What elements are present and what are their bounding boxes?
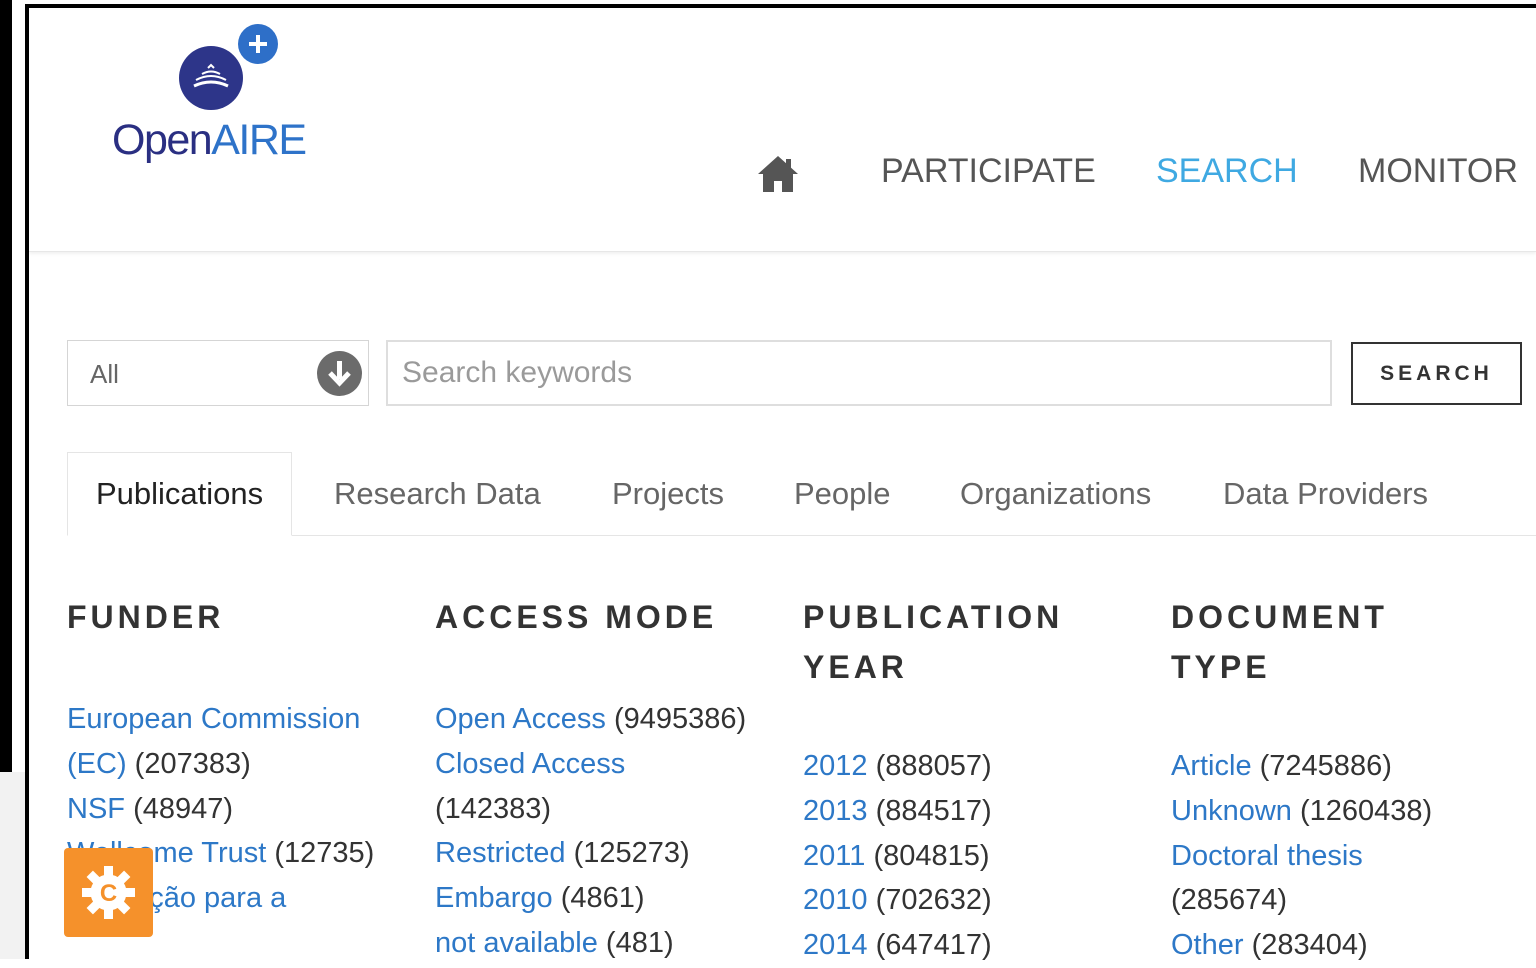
list-item: European Commission (EC) (207383) — [67, 703, 361, 780]
facet-link[interactable]: Open Access — [435, 703, 606, 735]
nav-participate[interactable]: PARTICIPATE — [881, 152, 1096, 191]
search-type-value: All — [90, 359, 119, 389]
openaire-logo[interactable]: OpenAIRE — [108, 20, 318, 170]
openaire-logo-icon — [179, 24, 278, 110]
list-item: 2011 (804815) — [803, 839, 990, 872]
list-item: Unknown (1260438) — [1171, 794, 1433, 827]
facet-publication-year: PUBLICATION YEAR 2012 (888057) 2013 (884… — [803, 592, 1123, 968]
cookie-settings-icon: C — [82, 866, 135, 919]
facet-access-mode: ACCESS MODE Open Access (9495386) Closed… — [435, 592, 780, 966]
chevron-down-icon[interactable] — [317, 351, 362, 396]
list-item: not available (481) — [435, 926, 674, 959]
facet-title: DOCUMENT TYPE — [1171, 599, 1388, 685]
facet-link[interactable]: 2011 — [803, 840, 865, 872]
tab-projects[interactable]: Projects — [612, 452, 724, 535]
nav-monitor[interactable]: MONITOR — [1358, 152, 1518, 191]
list-item: Article (7245886) — [1171, 750, 1392, 782]
facet-link[interactable]: 2013 — [803, 795, 868, 827]
entity-tabs: Publications Research Data Projects Peop… — [67, 452, 1536, 536]
facet-link[interactable]: Doctoral thesis — [1171, 840, 1363, 872]
list-item: Other (283404) — [1171, 929, 1368, 962]
main-nav: PARTICIPATE SEARCH MONITOR — [0, 150, 1536, 200]
facet-link[interactable]: 2012 — [803, 750, 868, 782]
facet-title: PUBLICATION YEAR — [803, 599, 1064, 685]
facet-title: ACCESS MODE — [435, 599, 718, 635]
facet-link[interactable]: Unknown — [1171, 795, 1292, 827]
nav-search[interactable]: SEARCH — [1156, 152, 1298, 191]
facet-link[interactable]: Other — [1171, 929, 1244, 961]
list-item: 2014 (647417) — [803, 929, 992, 962]
tab-research-data[interactable]: Research Data — [334, 452, 541, 535]
list-item: Restricted (125273) — [435, 837, 690, 870]
facet-document-type: DOCUMENT TYPE Article (7245886) Unknown … — [1171, 592, 1491, 968]
facet-link[interactable]: Restricted — [435, 837, 566, 869]
tab-publications[interactable]: Publications — [67, 452, 293, 536]
svg-text:C: C — [100, 880, 117, 907]
facet-link[interactable]: 2014 — [803, 929, 868, 961]
left-background — [0, 772, 25, 959]
facet-link[interactable]: Article — [1171, 750, 1252, 782]
facet-title: FUNDER — [67, 599, 225, 635]
list-item: Embargo (4861) — [435, 882, 645, 915]
tab-people[interactable]: People — [794, 452, 891, 535]
facet-link[interactable]: not available — [435, 927, 598, 959]
facet-link[interactable]: NSF — [67, 793, 125, 825]
cookie-settings-button[interactable]: C — [64, 848, 153, 937]
facet-link[interactable]: Embargo — [435, 882, 553, 914]
list-item: 2010 (702632) — [803, 884, 992, 917]
left-window-edge — [0, 0, 12, 772]
list-item: Closed Access (142383) — [435, 747, 626, 825]
list-item: 2012 (888057) — [803, 750, 992, 782]
search-button[interactable]: SEARCH — [1351, 342, 1522, 405]
facet-link[interactable]: Closed Access — [435, 748, 625, 780]
list-item: Open Access (9495386) — [435, 703, 747, 735]
search-input[interactable] — [386, 340, 1332, 406]
tab-data-providers[interactable]: Data Providers — [1223, 452, 1428, 535]
home-icon[interactable] — [756, 154, 800, 194]
list-item: Doctoral thesis (285674) — [1171, 839, 1363, 917]
list-item: NSF (48947) — [67, 792, 234, 825]
search-type-select[interactable]: All — [67, 340, 369, 406]
tab-organizations[interactable]: Organizations — [960, 452, 1151, 535]
list-item: 2013 (884517) — [803, 794, 992, 827]
facet-link[interactable]: 2010 — [803, 884, 868, 916]
